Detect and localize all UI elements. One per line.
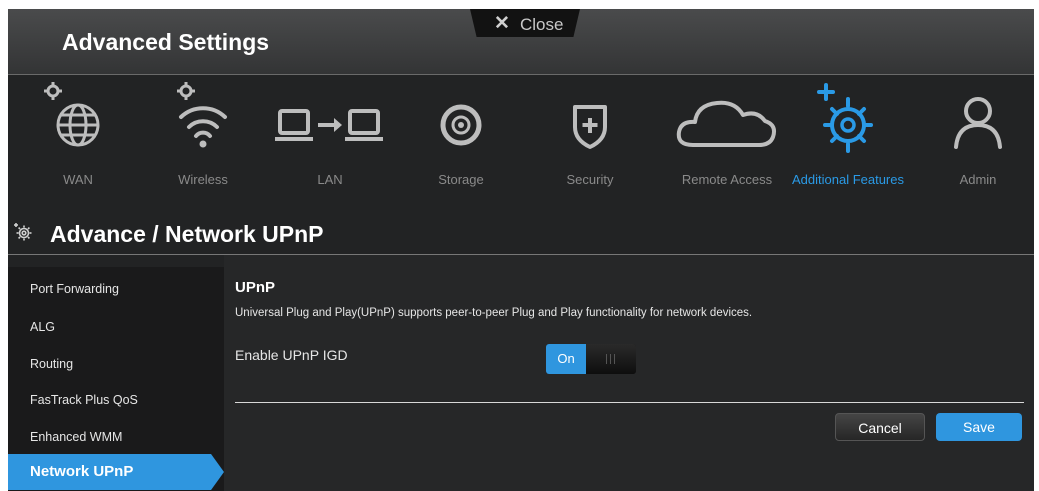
nav-item-wan[interactable]: WAN bbox=[23, 75, 133, 209]
sidebar-item-label: Network UPnP bbox=[30, 463, 134, 480]
globe-icon bbox=[44, 82, 100, 147]
sidebar-item-port-forwarding[interactable]: Port Forwarding bbox=[30, 282, 119, 296]
page-title: Advanced Settings bbox=[62, 29, 270, 55]
nav-label: Additional Features bbox=[791, 172, 904, 187]
sidebar-item-routing[interactable]: Routing bbox=[30, 357, 73, 371]
nav-item-additional-features[interactable]: Additional Features bbox=[783, 75, 913, 209]
sidebar-item-enhanced-wmm[interactable]: Enhanced WMM bbox=[30, 430, 122, 444]
panel-title: UPnP bbox=[235, 279, 276, 296]
toggle-on-label: On bbox=[546, 344, 586, 374]
nav-item-storage[interactable]: Storage bbox=[406, 75, 516, 209]
cancel-button[interactable]: Cancel bbox=[835, 413, 925, 441]
advanced-settings-window: Advanced Settings ✕ Close WAN Wireless L… bbox=[8, 9, 1034, 491]
sidebar-item-fastrack-plus-qos[interactable]: FasTrack Plus QoS bbox=[30, 393, 138, 407]
nav-label: Storage bbox=[438, 172, 484, 187]
toggle-knob[interactable] bbox=[586, 344, 636, 374]
person-icon bbox=[954, 97, 1002, 149]
section-header: Advance / Network UPnP bbox=[8, 209, 1034, 255]
close-button[interactable]: ✕ Close bbox=[470, 9, 580, 37]
settings-gear-icon bbox=[14, 223, 32, 241]
nav-label: WAN bbox=[63, 172, 93, 187]
lan-icon bbox=[275, 109, 383, 141]
nav-label: Remote Access bbox=[681, 172, 773, 187]
divider bbox=[235, 402, 1024, 403]
storage-icon bbox=[440, 104, 482, 146]
nav-label: Security bbox=[566, 172, 614, 187]
gear-plus-icon bbox=[817, 83, 873, 153]
enable-upnp-label: Enable UPnP IGD bbox=[235, 347, 348, 363]
shield-icon bbox=[573, 105, 607, 149]
nav-label: Wireless bbox=[178, 172, 228, 187]
wifi-icon bbox=[177, 82, 227, 148]
sidebar-item-alg[interactable]: ALG bbox=[30, 320, 55, 334]
top-nav: WAN Wireless LAN Storage Security Remote… bbox=[8, 75, 1034, 209]
header-bar: Advanced Settings ✕ Close bbox=[8, 9, 1034, 75]
nav-item-admin[interactable]: Admin bbox=[923, 75, 1033, 209]
nav-label: Admin bbox=[959, 172, 997, 187]
sidebar: Port Forwarding ALG Routing FasTrack Plu… bbox=[8, 267, 224, 491]
upnp-panel: UPnP Universal Plug and Play(UPnP) suppo… bbox=[224, 255, 1034, 491]
section-title: Advance / Network UPnP bbox=[50, 221, 324, 247]
nav-label: LAN bbox=[317, 172, 343, 187]
enable-upnp-toggle[interactable]: On bbox=[546, 344, 636, 374]
close-label: Close bbox=[520, 15, 564, 34]
nav-item-lan[interactable]: LAN bbox=[270, 75, 390, 209]
sidebar-item-network-upnp[interactable]: Network UPnP bbox=[8, 454, 224, 490]
panel-description: Universal Plug and Play(UPnP) supports p… bbox=[235, 307, 753, 319]
save-button[interactable]: Save bbox=[936, 413, 1022, 441]
cloud-icon bbox=[676, 100, 776, 147]
nav-item-remote-access[interactable]: Remote Access bbox=[667, 75, 787, 209]
nav-item-wireless[interactable]: Wireless bbox=[148, 75, 258, 209]
close-icon: ✕ bbox=[494, 13, 510, 34]
nav-item-security[interactable]: Security bbox=[535, 75, 645, 209]
